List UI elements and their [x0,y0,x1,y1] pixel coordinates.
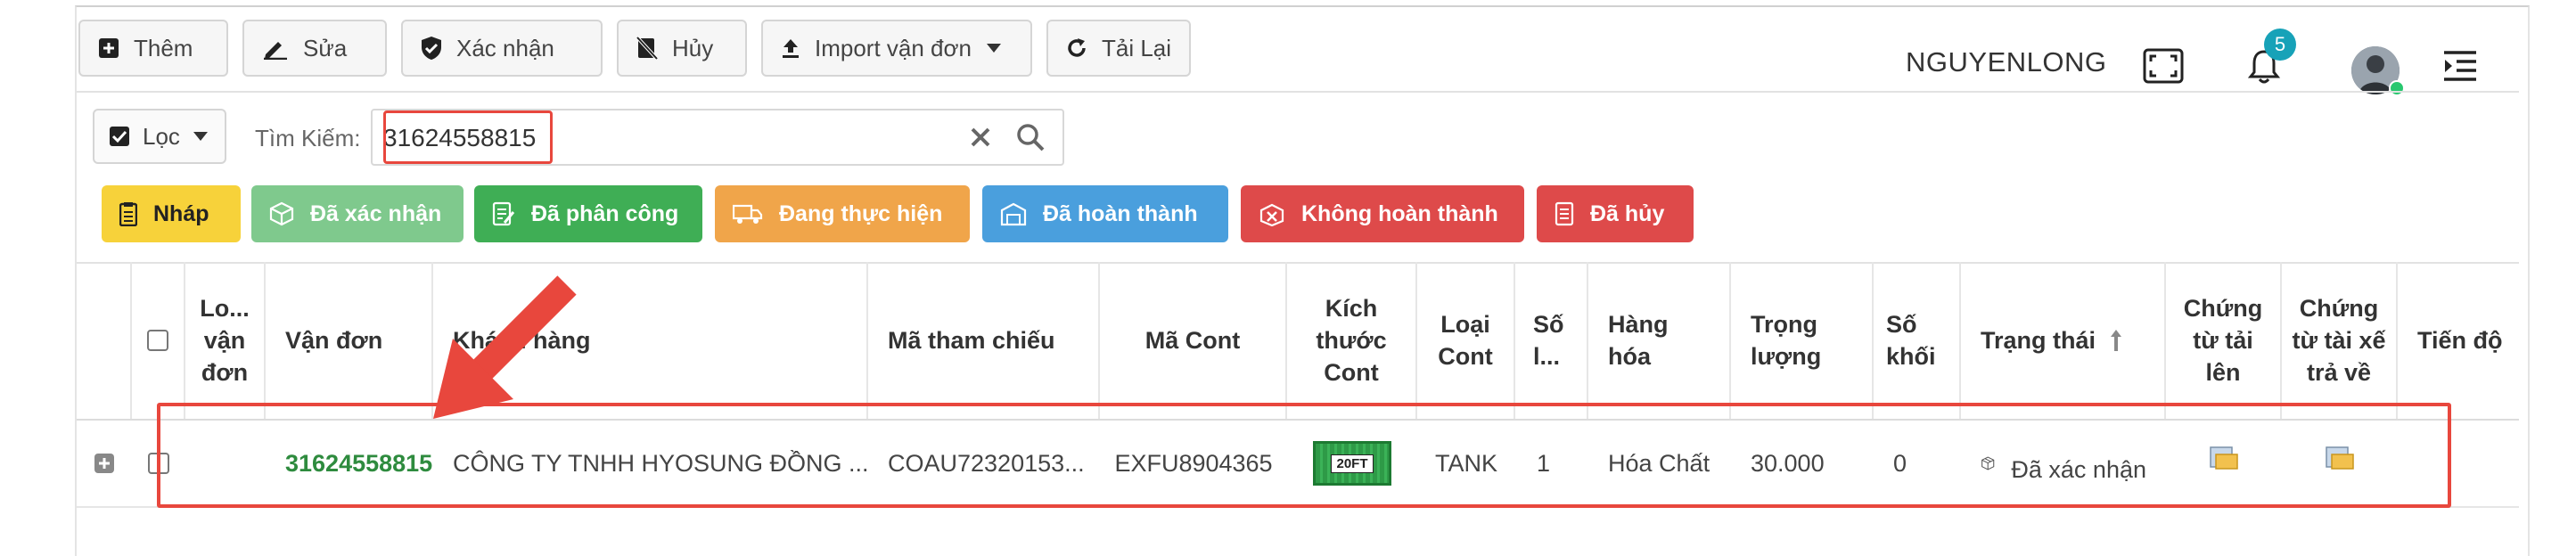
fullscreen-icon[interactable] [2143,48,2184,88]
menu-collapse-icon[interactable] [2442,50,2478,88]
status-button-label: Không hoàn thành [1301,200,1498,226]
shield-check-icon [422,37,441,60]
import-dropdown-button[interactable]: Import vận đơn [761,20,1032,77]
container-20ft-icon: 20FT [1313,441,1391,486]
col-bill[interactable]: Vận đơn [266,262,433,419]
filter-panel: Lọc Tìm Kiếm: Nháp Đã xác nhận Đã phân c… [77,91,2519,264]
cancel-doc-icon [636,37,658,60]
edit-button[interactable]: Sửa [242,20,387,77]
assign-doc-icon [492,201,515,226]
status-button-label: Nháp [153,200,209,226]
cancel-button[interactable]: Hủy [617,20,747,77]
customer-cell: CÔNG TY TNHH HYOSUNG ĐỒNG ... [453,449,868,477]
sort-up-icon[interactable] [2110,329,2122,352]
caret-down-icon [193,132,208,141]
refresh-icon [1068,38,1086,57]
confirm-button[interactable]: Xác nhận [401,20,603,77]
warehouse-icon [1000,202,1027,226]
status-button-not-completed[interactable]: Không hoàn thành [1241,185,1524,242]
status-button-label: Đã phân công [531,200,679,226]
status-button-in-progress[interactable]: Đang thực hiện [715,185,970,242]
cancel-button-label: Hủy [672,34,714,61]
select-all-checkbox[interactable] [147,330,168,351]
goods-cell: Hóa Chất [1608,449,1710,477]
search-label: Tìm Kiếm: [255,125,361,151]
filter-dropdown-button[interactable]: Lọc [93,109,226,164]
col-type[interactable]: Loại Cont [1417,262,1515,419]
clear-icon[interactable] [970,127,991,148]
docs-uploaded-cell [2166,421,2282,506]
status-button-completed[interactable]: Đã hoàn thành [982,185,1228,242]
table-header: Lo... vận đơn Vận đơn Khách hàng Mã tham… [77,262,2519,421]
clipboard-icon [119,202,137,226]
table-row[interactable]: 31624558815 CÔNG TY TNHH HYOSUNG ĐỒNG ..… [77,421,2519,508]
status-cell: Đã xác nhận [1961,421,2166,506]
status-button-cancelled[interactable]: Đã hủy [1537,185,1694,242]
status-button-label: Đã hủy [1590,200,1665,226]
status-button-label: Đã xác nhận [310,200,442,226]
col-status[interactable]: Trạng thái [1961,262,2166,419]
username: NGUYENLONG [1906,46,2107,78]
upload-icon [783,39,799,58]
col-qty[interactable]: Số l... [1515,262,1588,419]
search-box [371,109,1064,166]
reload-button-label: Tải Lại [1102,34,1172,61]
cont-cell: EXFU8904365 [1114,449,1273,477]
status-button-label: Đang thực hiện [779,200,943,226]
search-input[interactable] [381,116,956,160]
add-button-label: Thêm [134,34,193,61]
col-goods[interactable]: Hàng hóa [1588,262,1731,419]
expand-row-icon[interactable] [77,421,132,506]
app-window: Thêm Sửa Xác nhận Hủy Import vận đơn Tải… [75,5,2530,556]
status-button-draft[interactable]: Nháp [102,185,241,242]
search-icon[interactable] [1016,123,1045,151]
col-size[interactable]: Kích thước Cont [1287,262,1417,419]
edit-button-label: Sửa [303,34,348,61]
caret-down-icon [987,44,1002,53]
col-volume[interactable]: Số khối [1874,262,1961,419]
col-docs-returned[interactable]: Chứng từ tài xế trả về [2282,262,2398,419]
truck-icon [733,204,763,224]
col-bill-type[interactable]: Lo... vận đơn [185,262,266,419]
bill-number-link[interactable]: 31624558815 [266,421,433,506]
import-button-label: Import vận đơn [815,34,972,61]
check-square-icon [110,127,129,146]
filter-label: Lọc [143,122,180,150]
status-button-confirmed[interactable]: Đã xác nhận [251,185,464,242]
status-button-label: Đã hoàn thành [1043,200,1198,226]
col-docs-uploaded[interactable]: Chứng từ tải lên [2166,262,2282,419]
plus-square-icon [99,38,119,58]
add-button[interactable]: Thêm [78,20,228,77]
notification-badge: 5 [2264,29,2296,61]
row-select-cell [132,421,185,506]
col-progress[interactable]: Tiến độ [2398,262,2519,419]
box-x-icon [1259,203,1284,226]
box-icon [269,201,294,226]
col-weight[interactable]: Trọng lượng [1731,262,1874,419]
status-button-assigned[interactable]: Đã phân công [474,185,702,242]
col-customer[interactable]: Khách hàng [433,262,868,419]
size-cell: 20FT [1287,421,1417,506]
col-select-all [132,262,185,419]
type-cell: TANK [1434,449,1497,477]
pencil-icon [264,42,287,60]
reload-button[interactable]: Tải Lại [1046,20,1191,77]
row-checkbox[interactable] [148,453,169,474]
docs-returned-cell [2282,421,2398,506]
volume-cell: 0 [1893,449,1907,477]
col-expand [77,262,132,419]
col-ref[interactable]: Mã tham chiếu [868,262,1100,419]
col-cont[interactable]: Mã Cont [1100,262,1287,419]
confirm-button-label: Xác nhận [456,34,554,61]
cancel-doc-icon [1555,201,1574,226]
weight-cell: 30.000 [1751,449,1825,477]
box-icon [1981,456,1995,470]
col-status-label: Trạng thái [1981,327,2096,354]
qty-cell: 1 [1537,449,1551,477]
status-text: Đã xác nhận [2011,455,2146,483]
ref-cell: COAU72320153... [888,449,1085,477]
document-folder-icon[interactable] [2325,444,2355,472]
document-folder-icon[interactable] [2209,444,2239,472]
size-badge: 20FT [1331,454,1374,473]
